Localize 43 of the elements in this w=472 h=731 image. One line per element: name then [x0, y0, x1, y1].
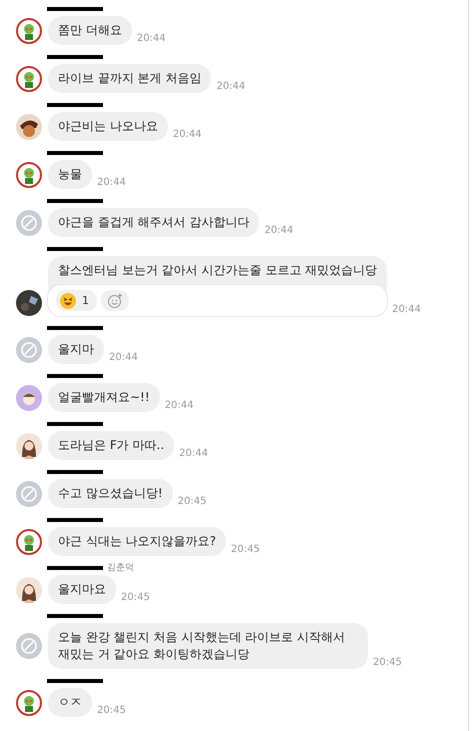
timestamp: 20:44 [179, 448, 208, 459]
message-text: 야근 식대는 나오지않을까요? [58, 534, 216, 548]
timestamp: 20:44 [164, 400, 194, 411]
message-text: 찰스엔터님 보는거 같아서 시간가는줄 모르고 재밌었습니당 [58, 263, 378, 277]
timestamp: 20:45 [178, 496, 206, 507]
timestamp: 20:44 [216, 81, 246, 92]
avatar-icon[interactable] [16, 66, 42, 92]
message-text: 수고 많으셨습니당! [58, 486, 163, 500]
avatar-icon[interactable] [16, 384, 42, 410]
message-text: 야근비는 나오나요 [58, 119, 158, 133]
message-text: 오늘 완강 챌린지 처음 시작했는데 라이브로 시작해서 재밌는 거 같아요 화이팅하겠습니당 [58, 630, 345, 661]
timestamp: 20:44 [136, 33, 166, 44]
message-text: 울지마요 [58, 582, 106, 596]
timestamp: 20:45 [121, 592, 150, 603]
message-text: 눙물 [58, 167, 82, 181]
smiley-plus-icon [107, 292, 123, 308]
avatar-icon[interactable] [16, 432, 42, 458]
message-text: 울지마 [58, 342, 94, 356]
timestamp: 20:44 [392, 304, 421, 315]
user-name: 김춘덕 [107, 563, 134, 573]
add-reaction-button[interactable] [101, 290, 129, 311]
timestamp: 20:44 [97, 177, 126, 188]
avatar-icon[interactable] [16, 576, 42, 602]
avatar-icon[interactable] [16, 18, 42, 44]
avatar-icon[interactable] [16, 290, 42, 316]
timestamp: 20:45 [97, 705, 126, 716]
timestamp: 20:44 [172, 129, 202, 140]
message-text: 야근을 즐겁게 해주셔서 감사합니다 [58, 215, 250, 229]
avatar-icon[interactable] [16, 114, 42, 140]
message-text: 쫌만 더해요 [58, 23, 122, 37]
message-text: 도라님은 F가 마따.. [58, 438, 164, 452]
avatar-icon[interactable] [16, 162, 42, 188]
timestamp: 20:44 [109, 352, 138, 363]
timestamp: 20:44 [264, 225, 294, 236]
timestamp: 20:45 [231, 544, 260, 555]
avatar-icon[interactable] [16, 690, 42, 716]
message-text: 얼굴빨개져요~!! [58, 390, 150, 404]
avatar-icon[interactable] [16, 528, 42, 554]
timestamp: 20:45 [373, 657, 402, 668]
reaction-chip[interactable]: 1 [56, 290, 97, 311]
message-text: 라이브 끝까지 본게 처음임 [58, 71, 202, 85]
message-text: ㅇㅈ [58, 695, 82, 709]
laughing-emoji-icon [60, 292, 76, 308]
